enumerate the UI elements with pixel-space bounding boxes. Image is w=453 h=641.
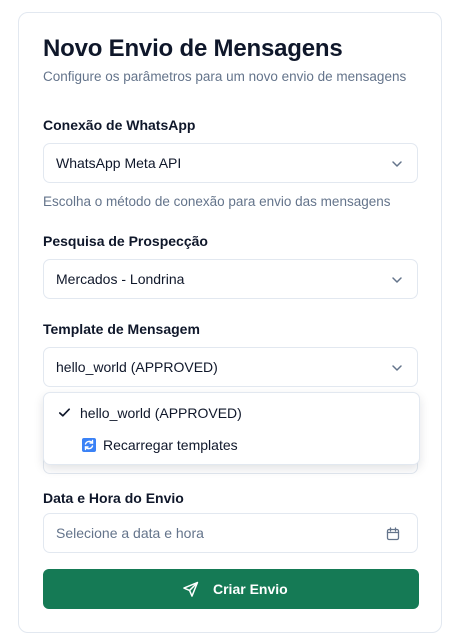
page-title: Novo Envio de Mensagens <box>43 35 343 62</box>
prospect-search-value: Mercados - Londrina <box>56 271 185 287</box>
template-option-label: hello_world (APPROVED) <box>80 405 242 421</box>
create-send-label: Criar Envio <box>213 581 288 597</box>
send-datetime-label: Data e Hora do Envio <box>43 490 184 506</box>
whatsapp-connection-help: Escolha o método de conexão para envio d… <box>43 194 391 209</box>
whatsapp-connection-value: WhatsApp Meta API <box>56 155 182 171</box>
calendar-icon <box>386 527 400 541</box>
template-dropdown-menu: hello_world (APPROVED) Recarregar templa… <box>43 392 420 465</box>
create-send-button[interactable]: Criar Envio <box>43 569 419 609</box>
message-template-value: hello_world (APPROVED) <box>56 359 218 375</box>
send-datetime-placeholder: Selecione a data e hora <box>56 525 204 541</box>
prospect-search-label: Pesquisa de Prospecção <box>43 233 208 249</box>
template-option-hello-world[interactable]: hello_world (APPROVED) <box>44 398 419 428</box>
chevron-down-icon <box>392 161 402 167</box>
send-icon <box>183 581 199 597</box>
send-datetime-input[interactable]: Selecione a data e hora <box>43 513 418 553</box>
page-subtitle: Configure os parâmetros para um novo env… <box>43 69 407 84</box>
reload-templates-option[interactable]: Recarregar templates <box>44 430 419 460</box>
reload-templates-label: Recarregar templates <box>103 437 238 453</box>
whatsapp-connection-select[interactable]: WhatsApp Meta API <box>43 143 418 183</box>
message-template-select[interactable]: hello_world (APPROVED) <box>43 347 418 387</box>
check-icon <box>58 408 71 417</box>
chevron-down-icon <box>392 365 402 371</box>
prospect-search-select[interactable]: Mercados - Londrina <box>43 259 418 299</box>
reload-icon <box>82 438 96 452</box>
message-template-label: Template de Mensagem <box>43 321 200 337</box>
whatsapp-connection-label: Conexão de WhatsApp <box>43 117 196 133</box>
chevron-down-icon <box>392 277 402 283</box>
